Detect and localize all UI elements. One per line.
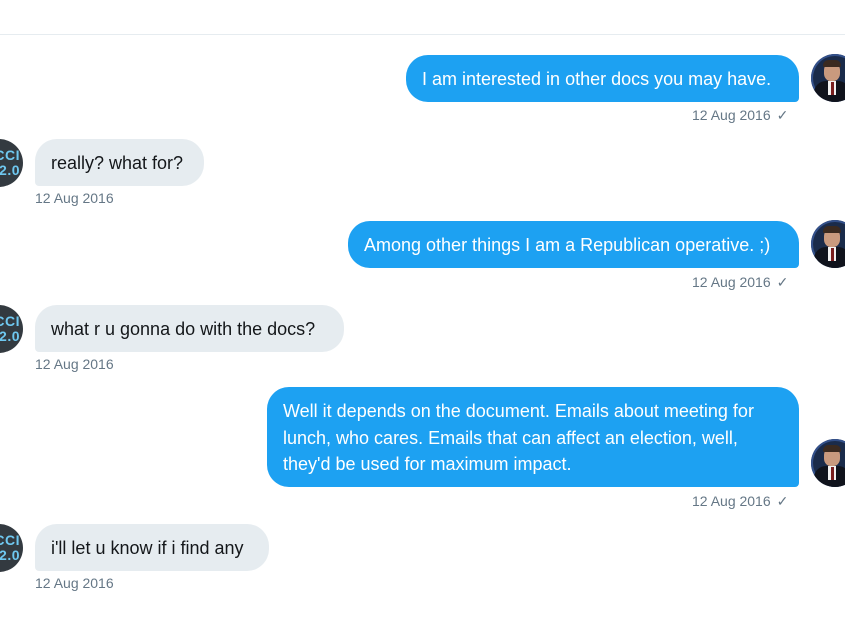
recipient-avatar[interactable]: CCI 2.0 [0, 305, 23, 353]
sender-avatar[interactable] [811, 439, 845, 487]
message-bubble[interactable]: i'll let u know if i find any [35, 524, 269, 571]
avatar-text: CCI [0, 313, 20, 329]
message-date: 12 Aug 2016 [692, 274, 771, 290]
message-date: 12 Aug 2016 [35, 190, 114, 206]
message-meta: 12 Aug 2016 ✓ [692, 492, 788, 510]
recipient-avatar[interactable]: CCI 2.0 [0, 139, 23, 187]
avatar-text: CCI [0, 532, 20, 548]
message-meta: 12 Aug 2016 ✓ [692, 273, 788, 291]
message-date: 12 Aug 2016 [692, 493, 771, 509]
message-bubble[interactable]: what r u gonna do with the docs? [35, 305, 344, 352]
message-bubble[interactable]: I am interested in other docs you may ha… [406, 55, 799, 102]
sender-avatar[interactable] [811, 54, 845, 102]
checkmark-icon: ✓ [776, 107, 789, 123]
checkmark-icon: ✓ [776, 493, 789, 509]
avatar-text: 2.0 [0, 162, 20, 178]
avatar-text: 2.0 [0, 328, 20, 344]
message-meta: 12 Aug 2016 [35, 189, 114, 207]
message-meta: 12 Aug 2016 ✓ [692, 106, 788, 124]
message-meta: 12 Aug 2016 [35, 574, 114, 592]
avatar-text: CCI [0, 147, 20, 163]
message-date: 12 Aug 2016 [35, 575, 114, 591]
message-bubble[interactable]: Well it depends on the document. Emails … [267, 387, 799, 487]
message-meta: 12 Aug 2016 [35, 355, 114, 373]
message-bubble[interactable]: really? what for? [35, 139, 204, 186]
recipient-avatar[interactable]: CCI 2.0 [0, 524, 23, 572]
avatar-text: 2.0 [0, 547, 20, 563]
message-date: 12 Aug 2016 [35, 356, 114, 372]
message-thread: I am interested in other docs you may ha… [0, 0, 845, 624]
message-date: 12 Aug 2016 [692, 107, 771, 123]
sender-avatar[interactable] [811, 220, 845, 268]
checkmark-icon: ✓ [776, 274, 789, 290]
message-bubble[interactable]: Among other things I am a Republican ope… [348, 221, 799, 268]
